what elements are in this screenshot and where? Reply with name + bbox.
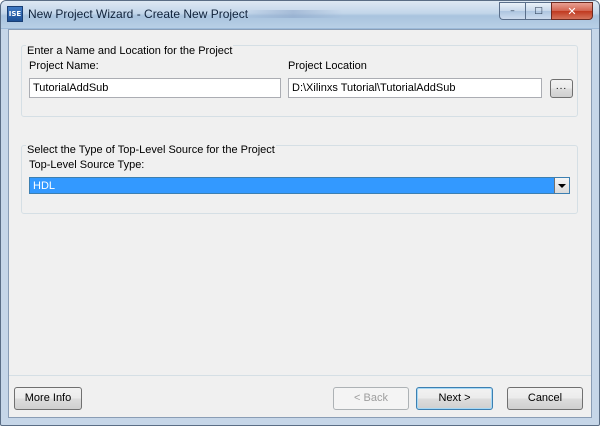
app-icon: ISE — [7, 6, 23, 22]
project-location-label: Project Location — [288, 60, 367, 72]
name-location-group-title: Enter a Name and Location for the Projec… — [26, 45, 234, 57]
minimize-icon: – — [510, 6, 515, 16]
source-type-group-title: Select the Type of Top-Level Source for … — [26, 144, 276, 156]
source-type-group: Select the Type of Top-Level Source for … — [21, 144, 578, 214]
dropdown-arrow-button[interactable] — [554, 178, 569, 193]
close-icon: ✕ — [567, 4, 577, 18]
source-type-dropdown[interactable]: HDL — [29, 177, 570, 194]
project-name-input[interactable] — [29, 78, 281, 98]
back-button[interactable]: < Back — [333, 387, 409, 410]
close-button[interactable]: ✕ — [551, 2, 593, 20]
footer-divider — [9, 375, 591, 376]
title-blur-decoration — [243, 10, 343, 18]
maximize-icon: □ — [534, 6, 543, 16]
minimize-button[interactable]: – — [499, 2, 525, 20]
project-location-input[interactable] — [288, 78, 542, 98]
next-button[interactable]: Next > — [416, 387, 493, 410]
more-info-button[interactable]: More Info — [14, 387, 82, 410]
name-location-group: Enter a Name and Location for the Projec… — [21, 45, 578, 117]
window-title: New Project Wizard - Create New Project — [28, 7, 249, 21]
project-name-label: Project Name: — [29, 60, 99, 72]
source-type-label: Top-Level Source Type: — [29, 159, 145, 171]
title-bar[interactable]: ISE New Project Wizard - Create New Proj… — [1, 1, 599, 28]
browse-button[interactable]: ... — [550, 79, 573, 98]
chevron-down-icon — [558, 183, 566, 188]
cancel-button[interactable]: Cancel — [507, 387, 583, 410]
window-controls: – □ ✕ — [499, 2, 593, 20]
wizard-window: ISE New Project Wizard - Create New Proj… — [0, 0, 600, 426]
dialog-body: Enter a Name and Location for the Projec… — [8, 29, 592, 418]
maximize-button[interactable]: □ — [525, 2, 551, 20]
source-type-selected-value: HDL — [33, 180, 56, 192]
